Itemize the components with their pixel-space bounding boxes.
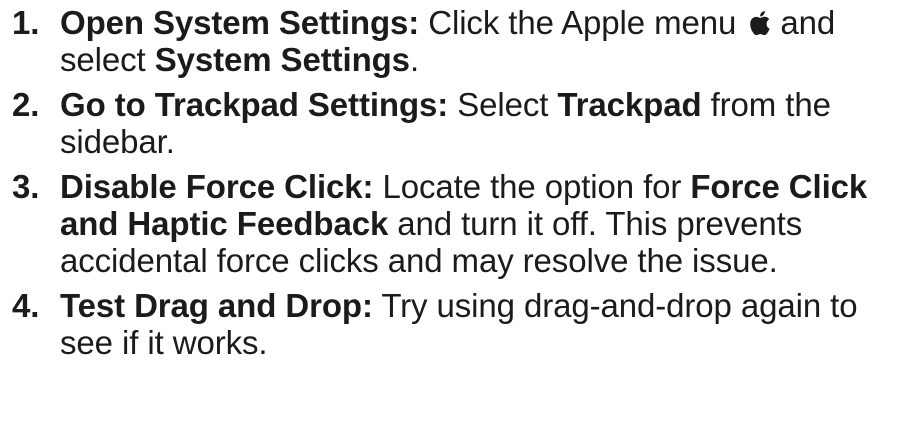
step-heading: Disable Force Click: [60,168,374,205]
step-number: 2. [12,86,40,123]
step-number: 1. [12,4,40,41]
step-number: 3. [12,168,40,205]
step-heading: Open System Settings: [60,4,420,41]
step-text: . [409,41,420,78]
instruction-steps-list: 1. Open System Settings: Click the Apple… [12,4,897,369]
step-heading: Test Drag and Drop: [60,287,373,324]
step-heading: Go to Trackpad Settings: [60,86,449,123]
step-item: 3. Disable Force Click: Locate the optio… [12,168,897,279]
step-text: Locate the option for [373,168,691,205]
step-text: Click the Apple menu [419,4,746,41]
step-number: 4. [12,287,40,324]
apple-logo-icon [747,7,771,36]
step-item: 2. Go to Trackpad Settings: Select Track… [12,86,897,160]
step-item: 1. Open System Settings: Click the Apple… [12,4,897,78]
step-text: Select [448,86,558,123]
step-bold-term: System Settings [154,41,410,78]
step-bold-term: Trackpad [557,86,702,123]
step-item: 4. Test Drag and Drop: Try using drag-an… [12,287,897,361]
